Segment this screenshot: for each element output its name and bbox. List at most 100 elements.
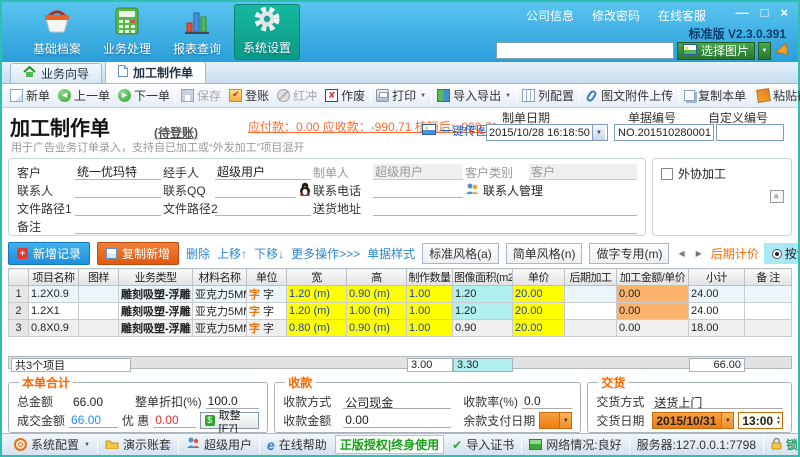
cell-width[interactable]: 1.20 (m): [286, 285, 347, 303]
address-field[interactable]: [373, 200, 637, 216]
cell-biz-type[interactable]: 雕刻吸塑-浮雕: [118, 319, 193, 337]
cell-material[interactable]: 亚克力5MM: [192, 285, 247, 303]
path1-field[interactable]: [75, 200, 161, 216]
demo-account-button[interactable]: 演示账套: [99, 436, 177, 453]
cell-price[interactable]: 20.00: [512, 285, 565, 303]
cell-pattern[interactable]: [78, 285, 119, 303]
handler-field[interactable]: 超级用户: [215, 164, 311, 180]
payment-method-field[interactable]: 公司现金: [343, 394, 452, 410]
cell-process-amount[interactable]: 0.00: [616, 302, 689, 320]
path2-field[interactable]: [215, 200, 311, 216]
payment-rate-field[interactable]: 0.0: [521, 394, 573, 409]
cell-biz-type[interactable]: 雕刻吸塑-浮雕: [118, 285, 193, 303]
delivery-time-spinner[interactable]: 13:00 ▲ ▼: [738, 412, 783, 429]
cell-pattern[interactable]: [78, 302, 119, 320]
spinner-arrows-icon[interactable]: ▲ ▼: [776, 416, 781, 425]
cell-area[interactable]: 0.90: [452, 319, 513, 337]
contact-manage-link[interactable]: 联系人管理: [465, 182, 637, 199]
custom-no-input[interactable]: [716, 124, 784, 141]
contact-field[interactable]: [75, 182, 161, 198]
register-button[interactable]: 登账: [225, 86, 273, 105]
cell-price[interactable]: 20.00: [512, 319, 565, 337]
radio-icon[interactable]: [771, 248, 782, 259]
cell-height[interactable]: 0.90 (m): [346, 319, 407, 337]
one-click-upload-link[interactable]: 一键传图: [422, 122, 488, 139]
menu-online-service[interactable]: 在线客服: [658, 7, 706, 24]
cell-pattern[interactable]: [78, 319, 119, 337]
import-export-button[interactable]: 导入导出 ▼: [433, 86, 515, 105]
cell-note[interactable]: [744, 319, 792, 337]
nav-basic-archives[interactable]: 基础档案: [24, 4, 90, 60]
cell-material[interactable]: 亚克力5MM: [192, 302, 247, 320]
doc-no-input[interactable]: NO.201510280001: [614, 124, 714, 141]
cell-note[interactable]: [744, 302, 792, 320]
cell-qty[interactable]: 1.00: [406, 285, 453, 303]
tab-processing-order[interactable]: 加工制作单: [105, 61, 207, 83]
menu-company-info[interactable]: 公司信息: [526, 7, 574, 24]
image-search-input[interactable]: [495, 42, 674, 59]
cell-post-process[interactable]: [564, 285, 617, 303]
move-down-link[interactable]: 下移↓: [254, 245, 284, 262]
deal-amount-field[interactable]: 66.00: [69, 413, 118, 428]
scroll-right-icon[interactable]: ▶: [694, 249, 704, 258]
cell-biz-type[interactable]: 雕刻吸塑-浮雕: [118, 302, 193, 320]
cell-post-process[interactable]: [564, 302, 617, 320]
cell-width[interactable]: 1.20 (m): [286, 302, 347, 320]
customer-field[interactable]: 统一优玛特: [75, 164, 161, 180]
scroll-left-icon[interactable]: ◀: [676, 249, 686, 258]
attachment-upload-button[interactable]: 图文附件上传: [581, 86, 677, 105]
add-record-button[interactable]: + 新增记录: [8, 241, 91, 265]
style-standard-tab[interactable]: 标准风格(a): [422, 242, 499, 264]
cell-height[interactable]: 1.00 (m): [346, 302, 407, 320]
cell-subtotal[interactable]: 24.00: [688, 285, 745, 303]
cell-height[interactable]: 0.90 (m): [346, 285, 407, 303]
doc-style-link[interactable]: 单据样式: [367, 245, 415, 262]
cell-note[interactable]: [744, 285, 792, 303]
move-up-link[interactable]: 上移↑: [217, 245, 247, 262]
cell-material[interactable]: 亚克力5MM: [192, 319, 247, 337]
online-help-button[interactable]: e 在线帮助: [261, 436, 333, 453]
delivery-date-dropdown[interactable]: 2015/10/31 ▼: [652, 412, 735, 429]
round-off-button[interactable]: $ 取整[F7]: [200, 410, 260, 433]
style-lettering-tab[interactable]: 做字专用(m): [589, 242, 670, 264]
cell-name[interactable]: 1.2X0.9: [28, 285, 79, 303]
cell-subtotal[interactable]: 18.00: [688, 319, 745, 337]
chevron-down-icon[interactable]: ▼: [721, 413, 734, 428]
nav-system-settings[interactable]: 系统设置: [234, 4, 300, 60]
paste-screenshot-button[interactable]: 粘贴截图: [753, 86, 800, 105]
current-user-button[interactable]: 超级用户: [180, 436, 258, 453]
note-field[interactable]: [75, 218, 637, 234]
outsource-checkbox-row[interactable]: 外协加工: [661, 167, 726, 181]
cell-unit[interactable]: 字字: [246, 319, 287, 337]
menu-change-password[interactable]: 修改密码: [592, 7, 640, 24]
cell-subtotal[interactable]: 24.00: [688, 302, 745, 320]
nav-business[interactable]: 业务处理: [94, 4, 160, 60]
maximize-button[interactable]: □: [761, 5, 769, 20]
style-simple-tab[interactable]: 简单风格(n): [505, 242, 583, 264]
cell-width[interactable]: 0.80 (m): [286, 319, 347, 337]
copy-order-button[interactable]: 复制本单: [680, 86, 750, 105]
lock-screen-button[interactable]: 锁 屏: [765, 436, 800, 453]
cell-process-amount[interactable]: 0.00: [616, 319, 689, 337]
minimize-button[interactable]: —: [736, 5, 749, 20]
qq-field[interactable]: [215, 182, 296, 198]
print-button[interactable]: 打印 ▼: [372, 86, 430, 105]
tab-business-wizard[interactable]: 业务向导: [10, 63, 103, 83]
checkbox-icon[interactable]: [661, 168, 673, 180]
copy-new-button[interactable]: 复制新增: [97, 241, 180, 265]
cell-qty[interactable]: 1.00: [406, 319, 453, 337]
cell-area[interactable]: 1.20: [452, 302, 513, 320]
pick-image-dropdown[interactable]: ▼: [758, 41, 771, 60]
cell-area[interactable]: 1.20: [452, 285, 513, 303]
cell-process-amount[interactable]: 0.00: [616, 285, 689, 303]
payment-amount-field[interactable]: 0.00: [343, 413, 452, 428]
off-field[interactable]: 0.00: [153, 413, 197, 428]
qq-icon[interactable]: [299, 182, 311, 199]
import-cert-button[interactable]: ✔ 导入证书: [446, 436, 520, 453]
balance-date-dropdown[interactable]: ▼: [539, 412, 573, 429]
collapse-panel-button[interactable]: «: [770, 190, 784, 203]
chevron-down-icon[interactable]: ▼: [559, 413, 572, 428]
cell-price[interactable]: 20.00: [512, 302, 565, 320]
cell-unit[interactable]: 字字: [246, 302, 287, 320]
delete-link[interactable]: 删除: [186, 245, 210, 262]
